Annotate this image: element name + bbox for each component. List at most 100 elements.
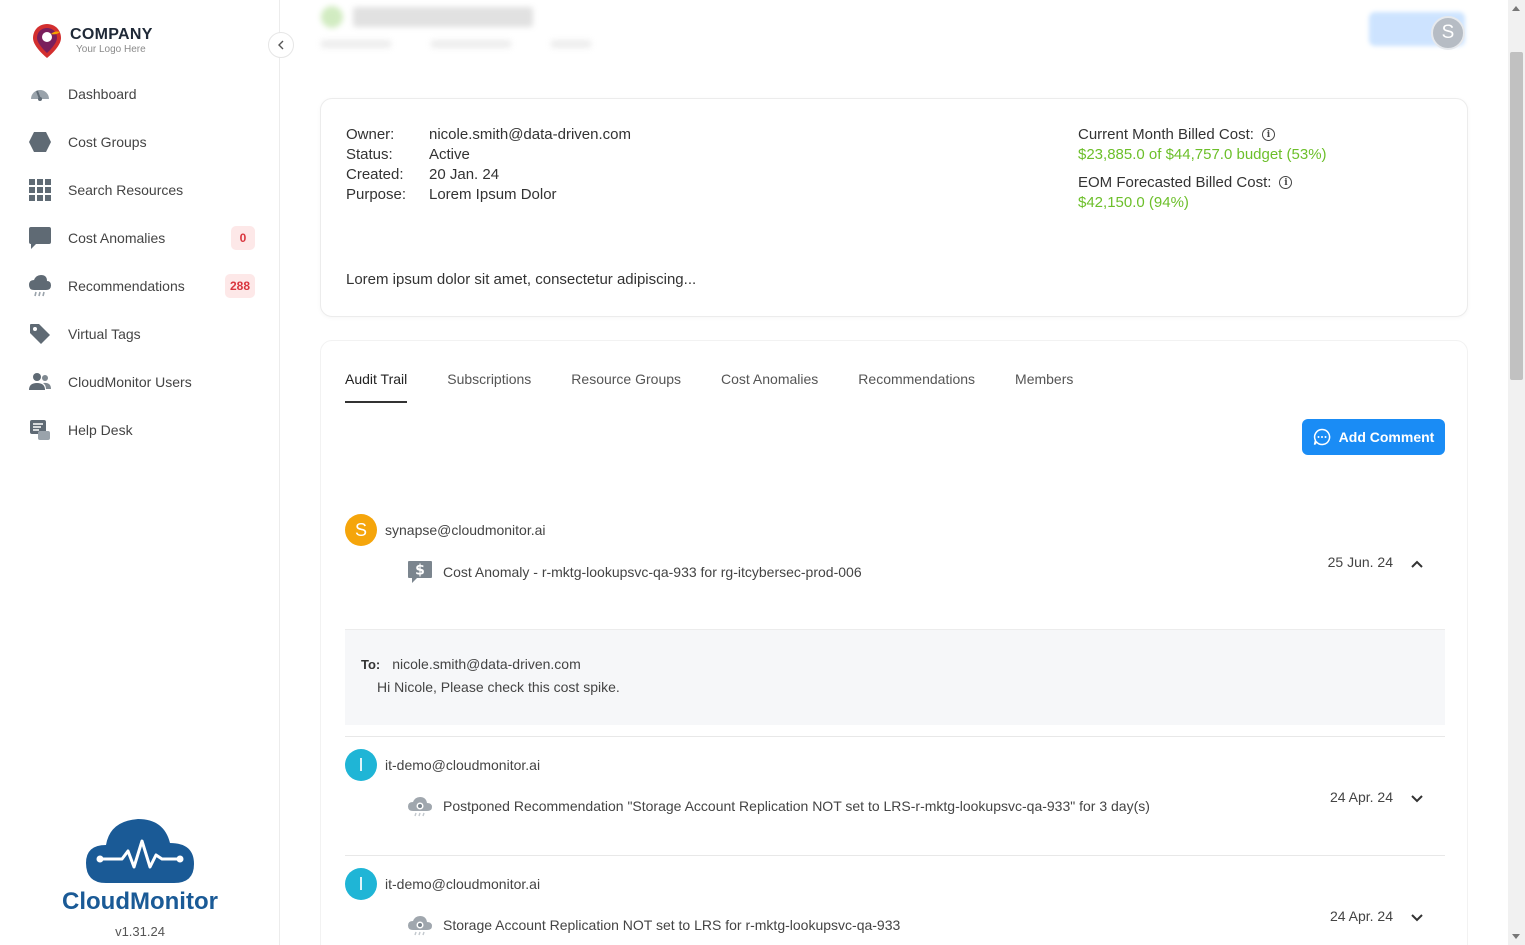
- chat-bubble-icon: [28, 226, 52, 250]
- grid-icon: [28, 178, 52, 202]
- created-value: 20 Jan. 24: [429, 166, 500, 183]
- audit-entry[interactable]: S synapse@cloudmonitor.ai $ Cost Anomaly…: [345, 514, 1445, 584]
- sidebar-item-virtual-tags[interactable]: Virtual Tags: [0, 310, 280, 358]
- cloudmonitor-brand: CloudMonitor v1.31.24: [60, 815, 220, 939]
- chevron-up-icon[interactable]: [1409, 556, 1425, 572]
- logo-name: COMPANY: [70, 26, 153, 43]
- sidebar-item-dashboard[interactable]: Dashboard: [0, 70, 280, 118]
- info-icon[interactable]: i: [1279, 176, 1293, 189]
- comment-icon: [1313, 428, 1330, 446]
- sidebar-item-help-desk[interactable]: Help Desk: [0, 406, 280, 454]
- to-label: To:: [361, 657, 381, 672]
- sidebar-item-label: Dashboard: [68, 86, 137, 102]
- cost-anomalies-count-badge: 0: [231, 226, 255, 250]
- sidebar-item-label: Virtual Tags: [68, 326, 141, 342]
- sidebar-item-label: Search Resources: [68, 182, 184, 198]
- main-content: S Owner: nicole.smith@data-driven.com St…: [281, 0, 1507, 945]
- sidebar-nav: Dashboard Cost Groups Search Resources C…: [0, 70, 280, 454]
- sidebar-item-label: Recommendations: [68, 278, 185, 294]
- divider: [345, 855, 1445, 856]
- owner-label: Owner:: [346, 126, 395, 143]
- message-body: Hi Nicole, Please check this cost spike.: [377, 679, 620, 695]
- app-version: v1.31.24: [115, 924, 165, 939]
- tab-resource-groups[interactable]: Resource Groups: [571, 371, 681, 403]
- tab-cost-anomalies[interactable]: Cost Anomalies: [721, 371, 818, 403]
- sidebar-item-recommendations[interactable]: Recommendations 288: [0, 262, 280, 310]
- recommendations-count-badge: 288: [224, 274, 255, 298]
- sidebar: COMPANY Your Logo Here Dashboard Cost Gr…: [0, 0, 280, 945]
- add-comment-button[interactable]: Add Comment: [1302, 419, 1445, 455]
- page-scrollbar[interactable]: [1508, 0, 1525, 945]
- add-comment-label: Add Comment: [1338, 429, 1435, 445]
- sidebar-item-label: Cost Groups: [68, 134, 147, 150]
- cloud-rain-icon: [28, 274, 52, 298]
- tab-members[interactable]: Members: [1015, 371, 1073, 403]
- entry-avatar: S: [345, 514, 377, 546]
- collapse-sidebar-button[interactable]: [268, 32, 294, 58]
- chevron-down-icon[interactable]: [1409, 910, 1425, 926]
- info-details: Owner: nicole.smith@data-driven.com Stat…: [346, 126, 631, 203]
- sidebar-item-cloudmonitor-users[interactable]: CloudMonitor Users: [0, 358, 280, 406]
- sidebar-item-label: Help Desk: [68, 422, 133, 438]
- cloudmonitor-logo-icon: [86, 819, 194, 883]
- entry-text: Cost Anomaly - r-mktg-lookupsvc-qa-933 f…: [443, 564, 862, 580]
- divider: [345, 736, 1445, 737]
- cloud-recommendation-icon: [408, 916, 432, 936]
- scroll-down-arrow-icon[interactable]: [1512, 934, 1520, 939]
- status-dot-icon: [321, 6, 343, 28]
- scrollbar-thumb[interactable]: [1510, 52, 1523, 380]
- tabs-panel: Audit Trail Subscriptions Resource Group…: [320, 340, 1468, 945]
- scroll-up-arrow-icon[interactable]: [1512, 6, 1520, 11]
- cloud-recommendation-icon: [408, 797, 432, 817]
- sidebar-item-label: CloudMonitor Users: [68, 374, 192, 390]
- user-avatar[interactable]: S: [1431, 16, 1465, 50]
- message-panel: To: nicole.smith@data-driven.com Hi Nicol…: [345, 629, 1445, 725]
- entry-text: Postponed Recommendation "Storage Accoun…: [443, 798, 1150, 814]
- tab-bar: Audit Trail Subscriptions Resource Group…: [345, 371, 1073, 403]
- tab-audit-trail[interactable]: Audit Trail: [345, 371, 408, 403]
- tag-icon: [28, 322, 52, 346]
- entry-date: 24 Apr. 24: [1329, 908, 1393, 924]
- blurred-page-header: [321, 6, 591, 48]
- svg-text:$: $: [415, 563, 425, 579]
- tab-subscriptions[interactable]: Subscriptions: [447, 371, 531, 403]
- sidebar-item-cost-groups[interactable]: Cost Groups: [0, 118, 280, 166]
- cost-group-info-card: Owner: nicole.smith@data-driven.com Stat…: [320, 98, 1468, 317]
- forecast-cost-label: EOM Forecasted Billed Cost:: [1078, 174, 1272, 191]
- forecast-cost-value: $42,150.0 (94%): [1078, 194, 1189, 211]
- sidebar-item-cost-anomalies[interactable]: Cost Anomalies 0: [0, 214, 280, 262]
- entry-text: Storage Account Replication NOT set to L…: [443, 917, 901, 933]
- purpose-label: Purpose:: [346, 186, 407, 203]
- dashboard-gauge-icon: [28, 82, 52, 106]
- audit-entry[interactable]: I it-demo@cloudmonitor.ai Postponed Reco…: [345, 749, 1445, 817]
- cost-summary: Current Month Billed Cost: i $23,885.0 o…: [1078, 126, 1327, 222]
- entry-date: 24 Apr. 24: [1329, 789, 1393, 805]
- users-icon: [28, 370, 52, 394]
- created-label: Created:: [346, 166, 404, 183]
- company-logo[interactable]: COMPANY Your Logo Here: [30, 22, 153, 60]
- status-label: Status:: [346, 146, 393, 163]
- description-text: Lorem ipsum dolor sit amet, consectetur …: [346, 271, 697, 288]
- owner-value: nicole.smith@data-driven.com: [429, 126, 631, 143]
- sidebar-item-label: Cost Anomalies: [68, 230, 166, 246]
- info-icon[interactable]: i: [1261, 128, 1275, 141]
- current-cost-label: Current Month Billed Cost:: [1078, 126, 1254, 143]
- logo-tagline: Your Logo Here: [76, 44, 146, 55]
- location-pin-logo-icon: [33, 24, 61, 58]
- hexagon-icon: [28, 130, 52, 154]
- entry-email: it-demo@cloudmonitor.ai: [385, 876, 541, 892]
- entry-email: it-demo@cloudmonitor.ai: [385, 757, 541, 773]
- tab-recommendations[interactable]: Recommendations: [858, 371, 975, 403]
- entry-avatar: I: [345, 868, 377, 900]
- status-value: Active: [429, 146, 470, 163]
- sidebar-item-search-resources[interactable]: Search Resources: [0, 166, 280, 214]
- chevron-down-icon[interactable]: [1409, 791, 1425, 807]
- audit-entry[interactable]: I it-demo@cloudmonitor.ai Storage Accoun…: [345, 868, 1445, 936]
- entry-avatar: I: [345, 749, 377, 781]
- brand-name: CloudMonitor: [62, 888, 218, 915]
- message-recipient: nicole.smith@data-driven.com: [392, 656, 581, 672]
- help-desk-icon: [28, 418, 52, 442]
- entry-email: synapse@cloudmonitor.ai: [385, 522, 546, 538]
- entry-date: 25 Jun. 24: [1327, 554, 1393, 570]
- purpose-value: Lorem Ipsum Dolor: [429, 186, 557, 203]
